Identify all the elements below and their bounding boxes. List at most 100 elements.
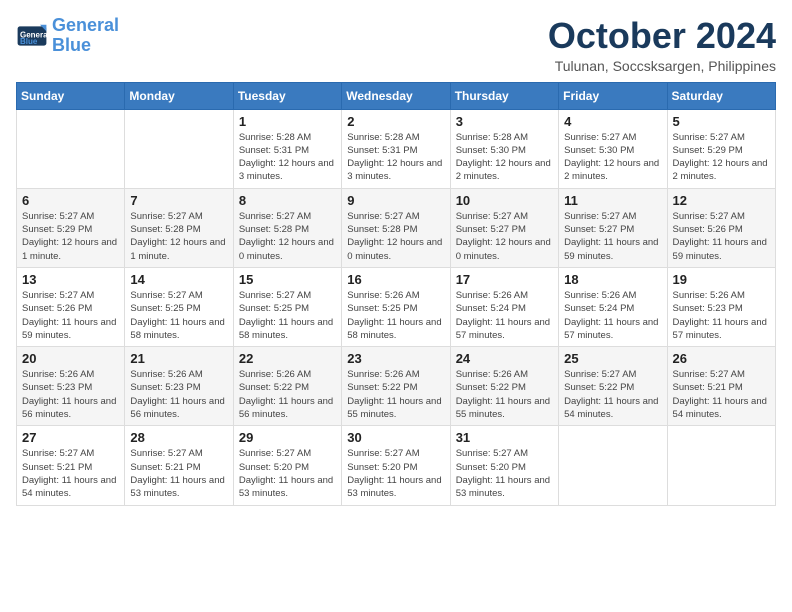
day-info: Sunrise: 5:26 AMSunset: 5:23 PMDaylight:…: [130, 368, 227, 421]
day-info: Sunrise: 5:26 AMSunset: 5:22 PMDaylight:…: [347, 368, 444, 421]
calendar-week-2: 13Sunrise: 5:27 AMSunset: 5:26 PMDayligh…: [17, 267, 776, 346]
day-info: Sunrise: 5:26 AMSunset: 5:25 PMDaylight:…: [347, 289, 444, 342]
day-info: Sunrise: 5:27 AMSunset: 5:20 PMDaylight:…: [456, 447, 553, 500]
calendar-week-1: 6 Sunrise: 5:27 AMSunset: 5:29 PMDaylight…: [17, 188, 776, 267]
day-number: 24: [456, 351, 553, 366]
day-number: 5: [673, 114, 770, 129]
calendar-cell: 5 Sunrise: 5:27 AMSunset: 5:29 PMDaylight…: [667, 109, 775, 188]
day-number: 1: [239, 114, 336, 129]
calendar-week-3: 20 Sunrise: 5:26 AMSunset: 5:23 PMDayligh…: [17, 347, 776, 426]
day-info: Sunrise: 5:27 AMSunset: 5:22 PMDaylight:…: [564, 368, 661, 421]
day-number: 15: [239, 272, 336, 287]
day-info: Sunrise: 5:27 AMSunset: 5:29 PMDaylight:…: [22, 210, 119, 263]
day-number: 30: [347, 430, 444, 445]
day-info: Sunrise: 5:26 AMSunset: 5:24 PMDaylight:…: [564, 289, 661, 342]
day-number: 27: [22, 430, 119, 445]
calendar-cell: 9 Sunrise: 5:27 AMSunset: 5:28 PMDaylight…: [342, 188, 450, 267]
calendar-cell: 29Sunrise: 5:27 AMSunset: 5:20 PMDayligh…: [233, 426, 341, 505]
day-info: Sunrise: 5:26 AMSunset: 5:24 PMDaylight:…: [456, 289, 553, 342]
day-number: 18: [564, 272, 661, 287]
title-area: October 2024 Tulunan, Soccsksargen, Phil…: [548, 16, 776, 74]
calendar-cell: 30 Sunrise: 5:27 AMSunset: 5:20 PMDayligh…: [342, 426, 450, 505]
day-info: Sunrise: 5:28 AMSunset: 5:30 PMDaylight:…: [456, 131, 553, 184]
day-number: 31: [456, 430, 553, 445]
day-number: 9: [347, 193, 444, 208]
calendar-cell: 25 Sunrise: 5:27 AMSunset: 5:22 PMDayligh…: [559, 347, 667, 426]
day-number: 16: [347, 272, 444, 287]
logo-text: GeneralBlue: [52, 16, 119, 56]
day-info: Sunrise: 5:27 AMSunset: 5:28 PMDaylight:…: [130, 210, 227, 263]
day-number: 21: [130, 351, 227, 366]
calendar-cell: 24 Sunrise: 5:26 AMSunset: 5:22 PMDayligh…: [450, 347, 558, 426]
calendar-week-0: 1 Sunrise: 5:28 AMSunset: 5:31 PMDaylight…: [17, 109, 776, 188]
day-info: Sunrise: 5:27 AMSunset: 5:28 PMDaylight:…: [347, 210, 444, 263]
calendar-cell: 22 Sunrise: 5:26 AMSunset: 5:22 PMDayligh…: [233, 347, 341, 426]
logo: General Blue GeneralBlue: [16, 16, 119, 56]
day-number: 8: [239, 193, 336, 208]
day-number: 25: [564, 351, 661, 366]
weekday-monday: Monday: [125, 82, 233, 109]
calendar-cell: 18 Sunrise: 5:26 AMSunset: 5:24 PMDayligh…: [559, 267, 667, 346]
day-number: 17: [456, 272, 553, 287]
day-number: 23: [347, 351, 444, 366]
day-number: 22: [239, 351, 336, 366]
calendar-cell: [559, 426, 667, 505]
calendar-cell: 19 Sunrise: 5:26 AMSunset: 5:23 PMDayligh…: [667, 267, 775, 346]
day-info: Sunrise: 5:26 AMSunset: 5:23 PMDaylight:…: [673, 289, 770, 342]
calendar-cell: 11 Sunrise: 5:27 AMSunset: 5:27 PMDayligh…: [559, 188, 667, 267]
calendar-cell: 10 Sunrise: 5:27 AMSunset: 5:27 PMDayligh…: [450, 188, 558, 267]
day-number: 20: [22, 351, 119, 366]
calendar-table: SundayMondayTuesdayWednesdayThursdayFrid…: [16, 82, 776, 506]
weekday-header-row: SundayMondayTuesdayWednesdayThursdayFrid…: [17, 82, 776, 109]
calendar-cell: 21 Sunrise: 5:26 AMSunset: 5:23 PMDayligh…: [125, 347, 233, 426]
calendar-cell: 20 Sunrise: 5:26 AMSunset: 5:23 PMDayligh…: [17, 347, 125, 426]
day-number: 11: [564, 193, 661, 208]
logo-icon: General Blue: [16, 20, 48, 52]
calendar-cell: 14Sunrise: 5:27 AMSunset: 5:25 PMDayligh…: [125, 267, 233, 346]
day-info: Sunrise: 5:26 AMSunset: 5:22 PMDaylight:…: [239, 368, 336, 421]
month-title: October 2024: [548, 16, 776, 56]
day-info: Sunrise: 5:26 AMSunset: 5:22 PMDaylight:…: [456, 368, 553, 421]
day-number: 28: [130, 430, 227, 445]
day-info: Sunrise: 5:27 AMSunset: 5:26 PMDaylight:…: [673, 210, 770, 263]
calendar-cell: [17, 109, 125, 188]
weekday-friday: Friday: [559, 82, 667, 109]
day-number: 3: [456, 114, 553, 129]
day-info: Sunrise: 5:27 AMSunset: 5:28 PMDaylight:…: [239, 210, 336, 263]
calendar-cell: 31 Sunrise: 5:27 AMSunset: 5:20 PMDayligh…: [450, 426, 558, 505]
day-info: Sunrise: 5:27 AMSunset: 5:21 PMDaylight:…: [673, 368, 770, 421]
calendar-cell: 1 Sunrise: 5:28 AMSunset: 5:31 PMDaylight…: [233, 109, 341, 188]
calendar-cell: 4Sunrise: 5:27 AMSunset: 5:30 PMDaylight…: [559, 109, 667, 188]
page-header: General Blue GeneralBlue October 2024 Tu…: [16, 16, 776, 74]
day-number: 14: [130, 272, 227, 287]
day-number: 19: [673, 272, 770, 287]
day-number: 7: [130, 193, 227, 208]
calendar-cell: [125, 109, 233, 188]
day-info: Sunrise: 5:27 AMSunset: 5:20 PMDaylight:…: [347, 447, 444, 500]
day-number: 26: [673, 351, 770, 366]
calendar-cell: 15 Sunrise: 5:27 AMSunset: 5:25 PMDayligh…: [233, 267, 341, 346]
day-number: 12: [673, 193, 770, 208]
calendar-cell: 6 Sunrise: 5:27 AMSunset: 5:29 PMDaylight…: [17, 188, 125, 267]
weekday-saturday: Saturday: [667, 82, 775, 109]
calendar-cell: 12 Sunrise: 5:27 AMSunset: 5:26 PMDayligh…: [667, 188, 775, 267]
day-info: Sunrise: 5:27 AMSunset: 5:29 PMDaylight:…: [673, 131, 770, 184]
day-info: Sunrise: 5:27 AMSunset: 5:27 PMDaylight:…: [456, 210, 553, 263]
calendar-cell: [667, 426, 775, 505]
day-info: Sunrise: 5:27 AMSunset: 5:27 PMDaylight:…: [564, 210, 661, 263]
day-number: 10: [456, 193, 553, 208]
day-number: 13: [22, 272, 119, 287]
weekday-sunday: Sunday: [17, 82, 125, 109]
location: Tulunan, Soccsksargen, Philippines: [548, 58, 776, 74]
calendar-cell: 8 Sunrise: 5:27 AMSunset: 5:28 PMDaylight…: [233, 188, 341, 267]
day-number: 6: [22, 193, 119, 208]
day-info: Sunrise: 5:27 AMSunset: 5:25 PMDaylight:…: [239, 289, 336, 342]
svg-text:Blue: Blue: [20, 37, 38, 46]
calendar-week-4: 27Sunrise: 5:27 AMSunset: 5:21 PMDayligh…: [17, 426, 776, 505]
day-info: Sunrise: 5:26 AMSunset: 5:23 PMDaylight:…: [22, 368, 119, 421]
weekday-wednesday: Wednesday: [342, 82, 450, 109]
calendar-cell: 23 Sunrise: 5:26 AMSunset: 5:22 PMDayligh…: [342, 347, 450, 426]
calendar-cell: 27Sunrise: 5:27 AMSunset: 5:21 PMDayligh…: [17, 426, 125, 505]
calendar-cell: 13Sunrise: 5:27 AMSunset: 5:26 PMDayligh…: [17, 267, 125, 346]
day-info: Sunrise: 5:28 AMSunset: 5:31 PMDaylight:…: [239, 131, 336, 184]
